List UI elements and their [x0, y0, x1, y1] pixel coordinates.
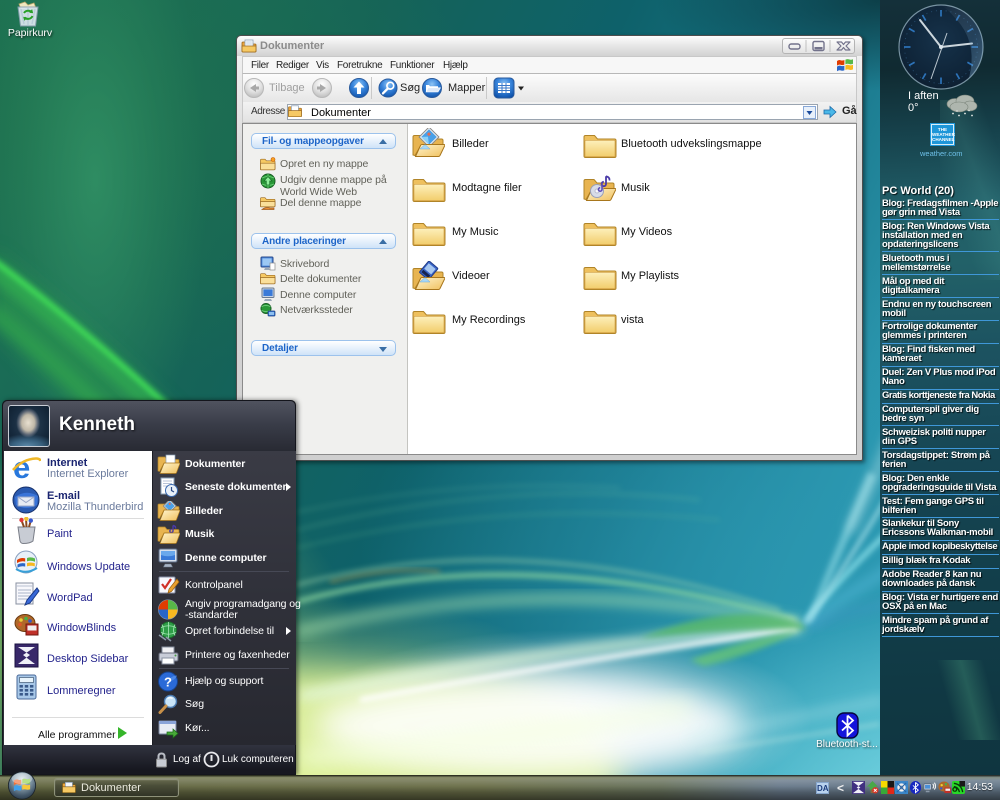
svg-text:?: ? [164, 675, 172, 690]
